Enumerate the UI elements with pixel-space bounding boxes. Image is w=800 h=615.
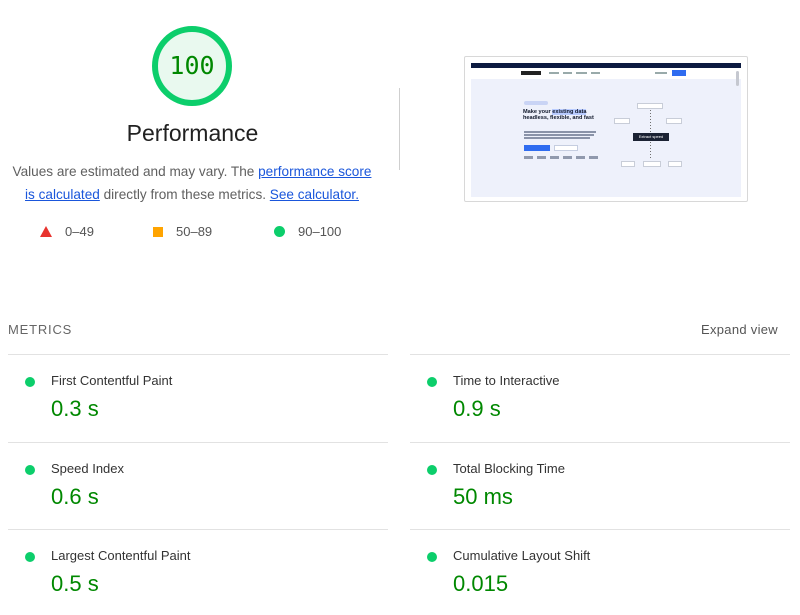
score-legend: 0–49 50–89 90–100: [0, 224, 385, 244]
thumb-node: [614, 118, 630, 124]
thumb-headline: Make your existing data headless, flexib…: [523, 109, 613, 121]
metric-label: Total Blocking Time: [453, 461, 565, 476]
thumb-node: [643, 161, 661, 167]
metrics-header: METRICS Expand view: [8, 322, 778, 340]
metric-label: Speed Index: [51, 461, 125, 476]
metric-label: Time to Interactive: [453, 373, 560, 388]
thumb-headline-b: headless, flexible, and fast: [523, 115, 594, 121]
metric-speed-index[interactable]: Speed Index 0.6 s: [8, 442, 388, 528]
performance-summary: 100 Performance Values are estimated and…: [0, 0, 385, 270]
thumb-logo: [521, 71, 541, 75]
pass-circle-icon: [25, 465, 35, 475]
metric-label: First Contentful Paint: [51, 373, 173, 388]
pass-circle-icon: [427, 552, 437, 562]
thumb-navbar: [471, 68, 741, 79]
score-gauge: 100: [151, 25, 233, 107]
thumb-cta-secondary: [554, 145, 578, 151]
see-calculator-link[interactable]: See calculator.: [270, 187, 359, 202]
pass-circle-icon: [25, 377, 35, 387]
score-value: 100: [169, 51, 215, 80]
thumb-badge: [524, 101, 548, 105]
description-text-2: directly from these metrics.: [99, 187, 270, 202]
metric-label: Largest Contentful Paint: [51, 548, 191, 563]
thumb-nav-link: [563, 72, 572, 74]
thumb-connector: [650, 142, 651, 160]
metric-value: 0.3 s: [51, 396, 99, 421]
thumb-customer-logos: [524, 156, 602, 159]
thumb-text-line: [524, 131, 596, 133]
score-description: Values are estimated and may vary. The p…: [6, 160, 378, 206]
metric-total-blocking-time[interactable]: Total Blocking Time 50 ms: [410, 442, 790, 528]
thumb-nav-link: [576, 72, 587, 74]
legend-pass-range: 90–100: [298, 224, 342, 239]
metric-largest-contentful-paint[interactable]: Largest Contentful Paint 0.5 s: [8, 529, 388, 615]
metric-label: Cumulative Layout Shift: [453, 548, 591, 563]
thumb-node: [668, 161, 682, 167]
metric-value: 0.015: [453, 571, 509, 596]
legend-fail: 0–49: [40, 224, 94, 239]
pass-circle-icon: [25, 552, 35, 562]
thumb-node: [621, 161, 635, 167]
legend-fail-range: 0–49: [65, 224, 94, 239]
green-circle-icon: [274, 226, 285, 237]
thumb-connector: [650, 110, 651, 132]
thumb-scrollbar: [736, 71, 739, 86]
screenshot-content: Make your existing data headless, flexib…: [471, 63, 741, 197]
thumb-node: [637, 103, 663, 109]
red-triangle-icon: [40, 226, 52, 237]
metric-first-contentful-paint[interactable]: First Contentful Paint 0.3 s: [8, 354, 388, 440]
metric-time-to-interactive[interactable]: Time to Interactive 0.9 s: [410, 354, 790, 440]
thumb-text-line: [524, 134, 594, 136]
thumb-text-line: [524, 137, 590, 139]
thumb-nav-link: [655, 72, 667, 74]
metric-cumulative-layout-shift[interactable]: Cumulative Layout Shift 0.015: [410, 529, 790, 615]
metric-value: 0.5 s: [51, 571, 99, 596]
thumb-node: [666, 118, 682, 124]
thumb-nav-button: [672, 70, 686, 76]
section-divider: [399, 88, 400, 170]
thumb-cta-primary: [524, 145, 550, 151]
metric-value: 50 ms: [453, 484, 513, 509]
thumb-nav-link: [549, 72, 559, 74]
metric-value: 0.9 s: [453, 396, 501, 421]
legend-pass: 90–100: [274, 224, 341, 239]
thumb-tooltip: Extract speed: [633, 133, 669, 141]
expand-view-button[interactable]: Expand view: [701, 322, 778, 337]
metrics-title: METRICS: [8, 322, 73, 337]
legend-average-range: 50–89: [176, 224, 213, 239]
orange-square-icon: [153, 226, 163, 237]
pass-circle-icon: [427, 377, 437, 387]
thumb-nav-link: [591, 72, 600, 74]
page-screenshot-thumbnail[interactable]: Make your existing data headless, flexib…: [464, 56, 748, 202]
description-text: Values are estimated and may vary. The: [12, 164, 259, 179]
pass-circle-icon: [427, 465, 437, 475]
category-title: Performance: [126, 120, 259, 146]
metric-value: 0.6 s: [51, 484, 99, 509]
legend-average: 50–89: [153, 224, 212, 239]
